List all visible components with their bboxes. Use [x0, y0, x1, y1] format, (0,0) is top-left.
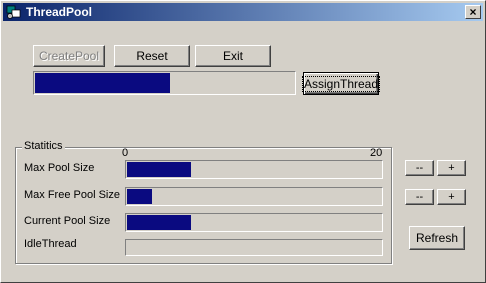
max-free-pool-size-bar: [125, 187, 383, 206]
max-free-pool-size-label: Max Free Pool Size: [24, 189, 120, 201]
scale-min-label: 0: [122, 147, 129, 159]
assign-progress-bar: [33, 71, 296, 95]
increment-label: +: [448, 162, 455, 174]
current-pool-size-bar: [125, 213, 383, 232]
max-pool-decrement-button[interactable]: --: [405, 160, 434, 176]
current-pool-size-fill: [127, 215, 191, 230]
reset-button[interactable]: Reset: [114, 45, 190, 67]
decrement-label: --: [415, 162, 424, 174]
window-title: ThreadPool: [26, 5, 93, 19]
increment-label: +: [448, 191, 455, 203]
close-button[interactable]: ×: [465, 5, 481, 19]
app-icon: [6, 5, 21, 19]
refresh-label: Refresh: [415, 231, 459, 245]
create-pool-button[interactable]: CreatePool: [33, 45, 105, 67]
statistics-group-label: Statitics: [22, 140, 65, 152]
threadpool-window: ThreadPool × CreatePool Reset Exit Assig…: [0, 0, 486, 283]
max-free-pool-size-fill: [127, 189, 152, 204]
refresh-button[interactable]: Refresh: [409, 226, 465, 250]
assign-thread-label: AssignThread: [301, 75, 381, 92]
scale-max-label: 20: [370, 147, 383, 159]
max-pool-size-label: Max Pool Size: [24, 162, 95, 174]
exit-button[interactable]: Exit: [195, 45, 271, 67]
max-pool-increment-button[interactable]: +: [437, 160, 466, 176]
decrement-label: --: [415, 191, 424, 203]
idle-thread-label: IdleThread: [24, 238, 77, 250]
max-pool-size-bar: [125, 160, 383, 179]
create-pool-label: CreatePool: [38, 49, 100, 63]
idle-thread-bar: [125, 239, 383, 256]
max-free-pool-decrement-button[interactable]: --: [405, 189, 434, 205]
title-bar[interactable]: ThreadPool ×: [3, 3, 483, 21]
exit-label: Exit: [222, 49, 243, 63]
close-icon: ×: [469, 5, 477, 19]
reset-label: Reset: [136, 49, 168, 63]
max-pool-size-fill: [127, 162, 191, 177]
current-pool-size-label: Current Pool Size: [24, 215, 111, 227]
assign-thread-button[interactable]: AssignThread: [301, 72, 381, 95]
max-free-pool-increment-button[interactable]: +: [437, 189, 466, 205]
assign-progress-fill: [35, 73, 170, 93]
